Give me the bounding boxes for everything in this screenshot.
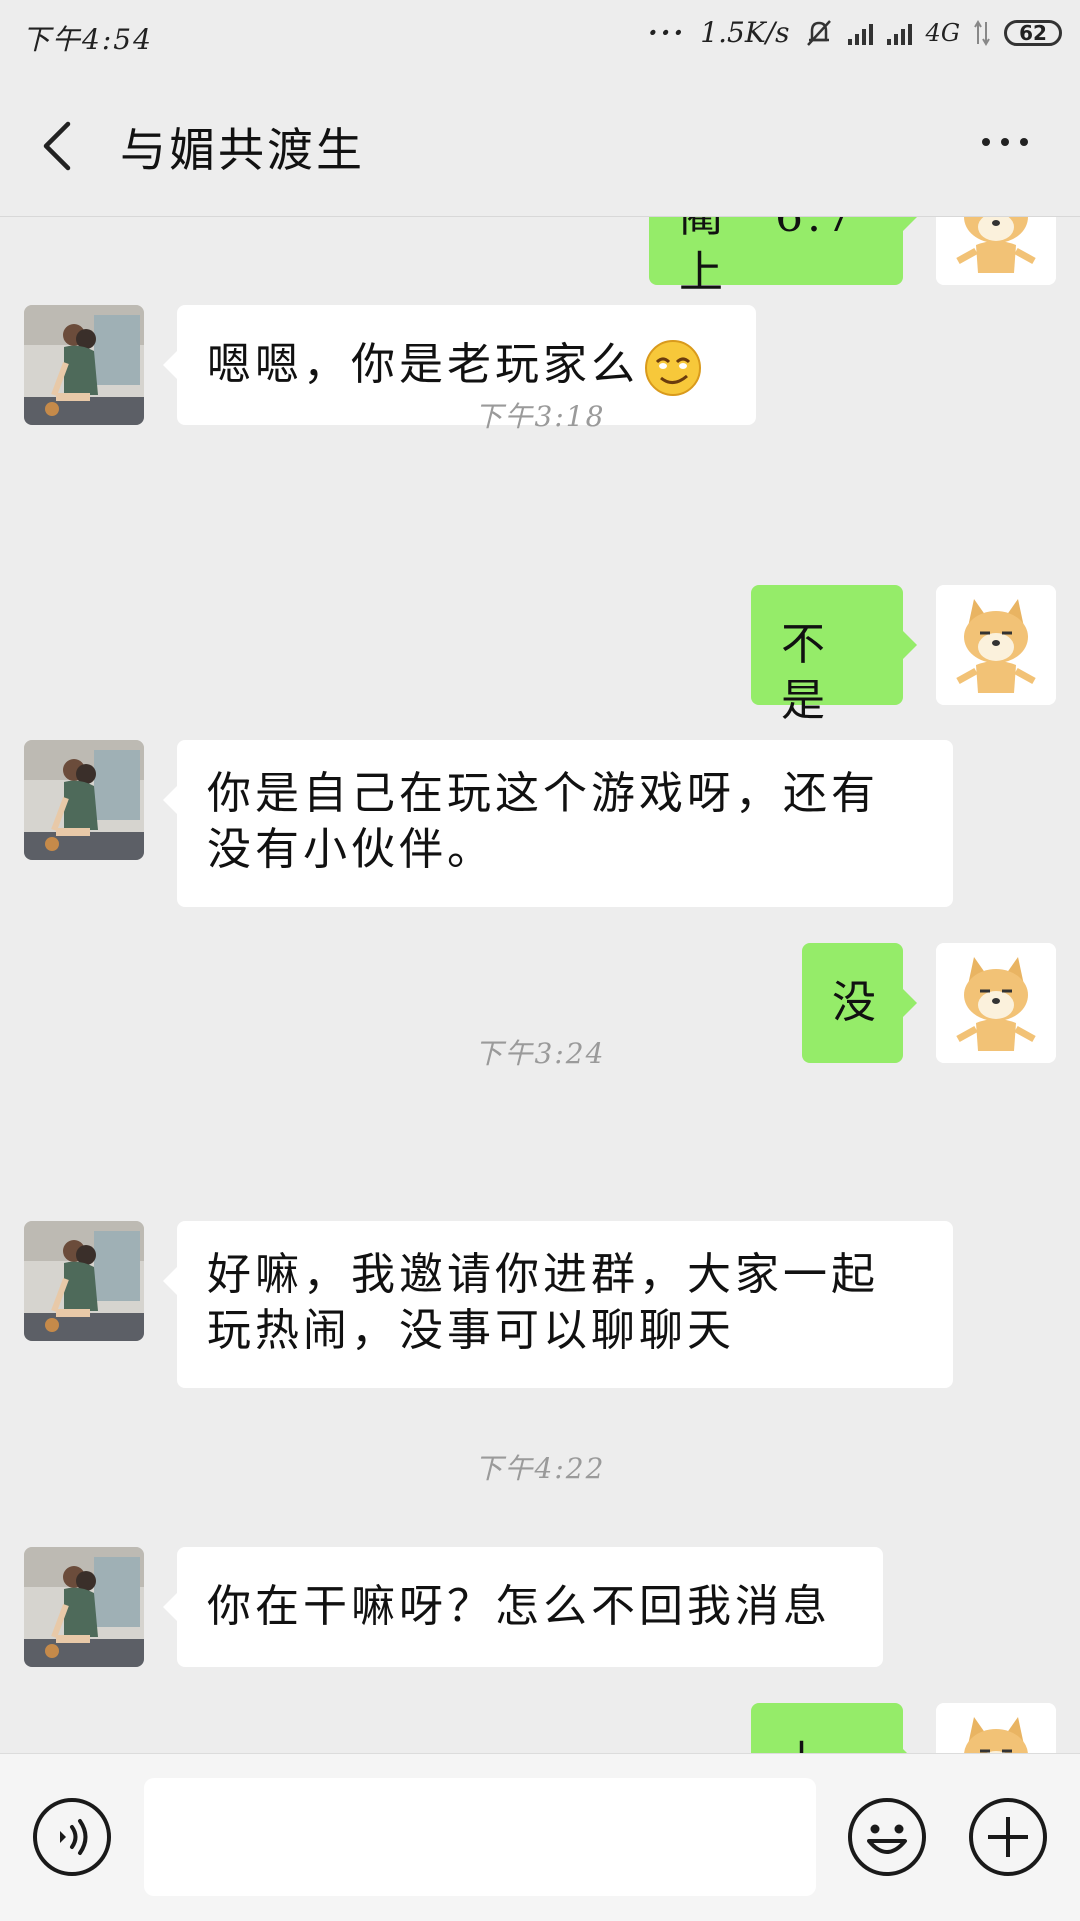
message-bubble-outgoing[interactable]: 蔺一6.7上: [649, 217, 917, 298]
status-time: 下午4:54: [22, 23, 153, 56]
contact-avatar[interactable]: [24, 740, 144, 860]
message-text: 你是自己在玩这个游戏呀，还有没有小伙伴。: [207, 768, 879, 875]
couple-photo-icon: [24, 740, 144, 860]
message-text: 上课: [781, 1737, 829, 1753]
message-text: 不是: [781, 619, 829, 726]
couple-photo-icon: [24, 1221, 144, 1341]
message-bubble-incoming[interactable]: 好嘛，我邀请你进群，大家一起玩热闹，没事可以聊聊天: [163, 1221, 953, 1388]
status-icons: ··· 1.5K/s 4G 62: [648, 16, 1062, 49]
timestamp: 下午4:22: [474, 1452, 606, 1485]
message-bubble-outgoing[interactable]: 上课: [751, 1703, 917, 1753]
shiba-icon: [936, 585, 1056, 705]
contact-avatar[interactable]: [24, 1547, 144, 1667]
smirk-emoji-icon: [645, 339, 701, 396]
message-bubble-outgoing[interactable]: 不是: [751, 585, 917, 726]
message-text: 蔺一6.7上: [679, 217, 853, 298]
signal-icon-2: [886, 21, 912, 45]
timestamp: 下午3:18: [474, 400, 606, 433]
message-text: 你在干嘛呀？怎么不回我消息: [207, 1581, 831, 1632]
shiba-avatar[interactable]: [936, 217, 1056, 285]
chat-header: 与媚共渡生: [0, 72, 1080, 217]
shiba-icon: [936, 217, 1056, 285]
message-list[interactable]: 蔺一6.7上: [0, 217, 1080, 1753]
input-bar: [0, 1753, 1080, 1921]
contact-avatar[interactable]: [24, 1221, 144, 1341]
more-notifications-icon: ···: [648, 16, 687, 49]
mute-bell-icon: [806, 19, 831, 46]
shiba-avatar[interactable]: [936, 585, 1056, 705]
chat-title: 与媚共渡生: [120, 123, 365, 177]
message-text: 嗯嗯，你是老玩家么: [207, 339, 639, 390]
voice-input-icon[interactable]: [32, 1797, 112, 1877]
more-options-icon[interactable]: [982, 138, 1028, 146]
emoji-icon[interactable]: [847, 1797, 927, 1877]
shiba-icon: [936, 1703, 1056, 1753]
status-bar: 下午4:54 ··· 1.5K/s 4G 62: [0, 0, 1080, 72]
message-text: 好嘛，我邀请你进群，大家一起玩热闹，没事可以聊聊天: [207, 1249, 879, 1356]
data-transfer-icon: [974, 19, 990, 46]
timestamp: 下午3:24: [474, 1037, 606, 1070]
shiba-avatar[interactable]: [936, 1703, 1056, 1753]
message-text: 没: [832, 977, 880, 1028]
couple-photo-icon: [24, 1547, 144, 1667]
signal-icon-1: [847, 21, 873, 45]
plus-icon[interactable]: [968, 1797, 1048, 1877]
message-bubble-incoming[interactable]: 你是自己在玩这个游戏呀，还有没有小伙伴。: [163, 740, 953, 907]
battery-level: 62: [1019, 20, 1047, 45]
message-input[interactable]: [144, 1778, 816, 1896]
battery-icon: 62: [1004, 19, 1062, 46]
network-speed: 1.5K/s: [700, 16, 790, 49]
back-arrow-icon[interactable]: [38, 118, 78, 174]
network-type: 4G: [925, 18, 960, 47]
message-bubble-incoming[interactable]: 你在干嘛呀？怎么不回我消息: [163, 1547, 883, 1667]
